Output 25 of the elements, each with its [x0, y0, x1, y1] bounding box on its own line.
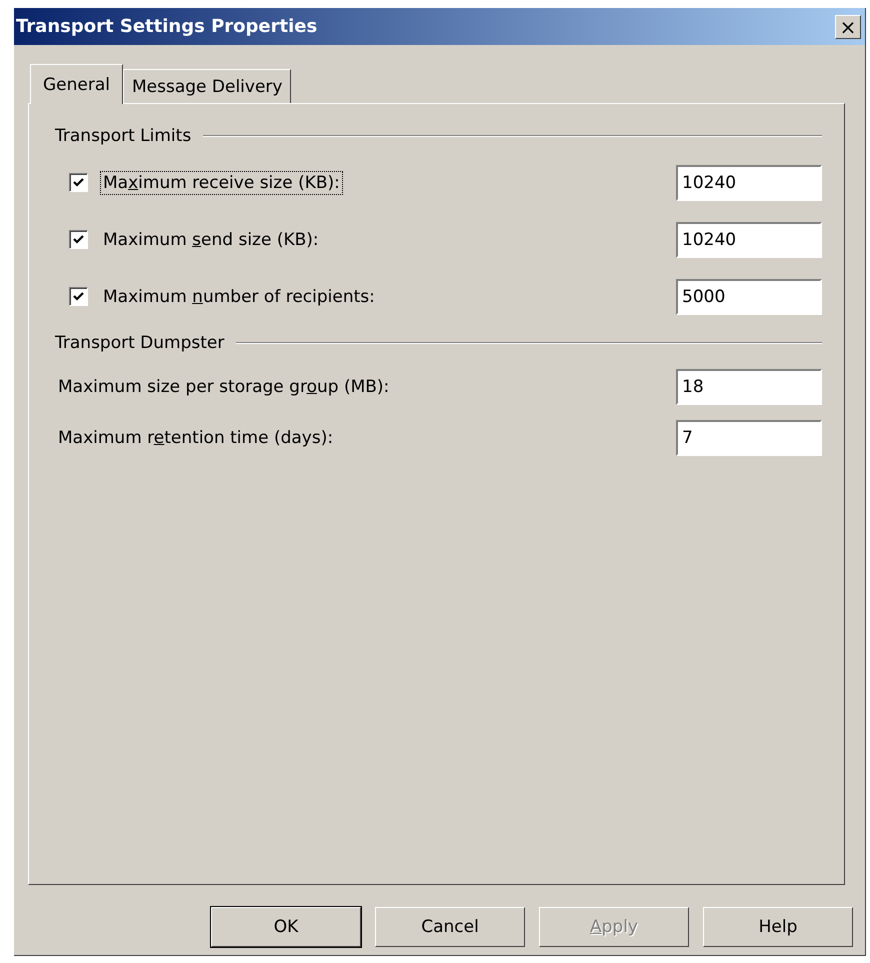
- checkmark-icon: [73, 177, 84, 188]
- dialog-button[interactable]: Help: [703, 907, 853, 947]
- checkbox[interactable]: [69, 230, 88, 249]
- close-button[interactable]: ×: [835, 14, 861, 38]
- input-field[interactable]: 7: [676, 420, 822, 456]
- checkbox[interactable]: [69, 173, 88, 192]
- field-label: Maximum size per storage group (MB):: [57, 376, 390, 398]
- input-field[interactable]: 18: [676, 368, 822, 404]
- checkbox-label[interactable]: Maximum number of recipients:: [100, 284, 378, 308]
- group-title: Transport Dumpster: [55, 333, 224, 353]
- input-field[interactable]: 10240: [676, 222, 822, 258]
- checkmark-icon: [73, 291, 84, 302]
- checkbox-label[interactable]: Maximum receive size (KB):: [100, 170, 343, 194]
- checkmark-icon: [73, 234, 84, 245]
- field-label: Maximum retention time (days):: [57, 426, 334, 450]
- group-title: Transport Limits: [55, 126, 192, 146]
- tab[interactable]: Message Delivery: [123, 69, 292, 103]
- input-field[interactable]: 5000: [676, 278, 822, 314]
- dialog-button[interactable]: OK: [211, 907, 361, 947]
- input-field[interactable]: 10240: [676, 164, 822, 200]
- tab[interactable]: General: [30, 64, 123, 104]
- window-title: Transport Settings Properties: [16, 16, 318, 37]
- dialog-button[interactable]: Cancel: [375, 907, 525, 947]
- checkbox[interactable]: [69, 287, 88, 306]
- checkbox-label[interactable]: Maximum send size (KB):: [100, 228, 322, 252]
